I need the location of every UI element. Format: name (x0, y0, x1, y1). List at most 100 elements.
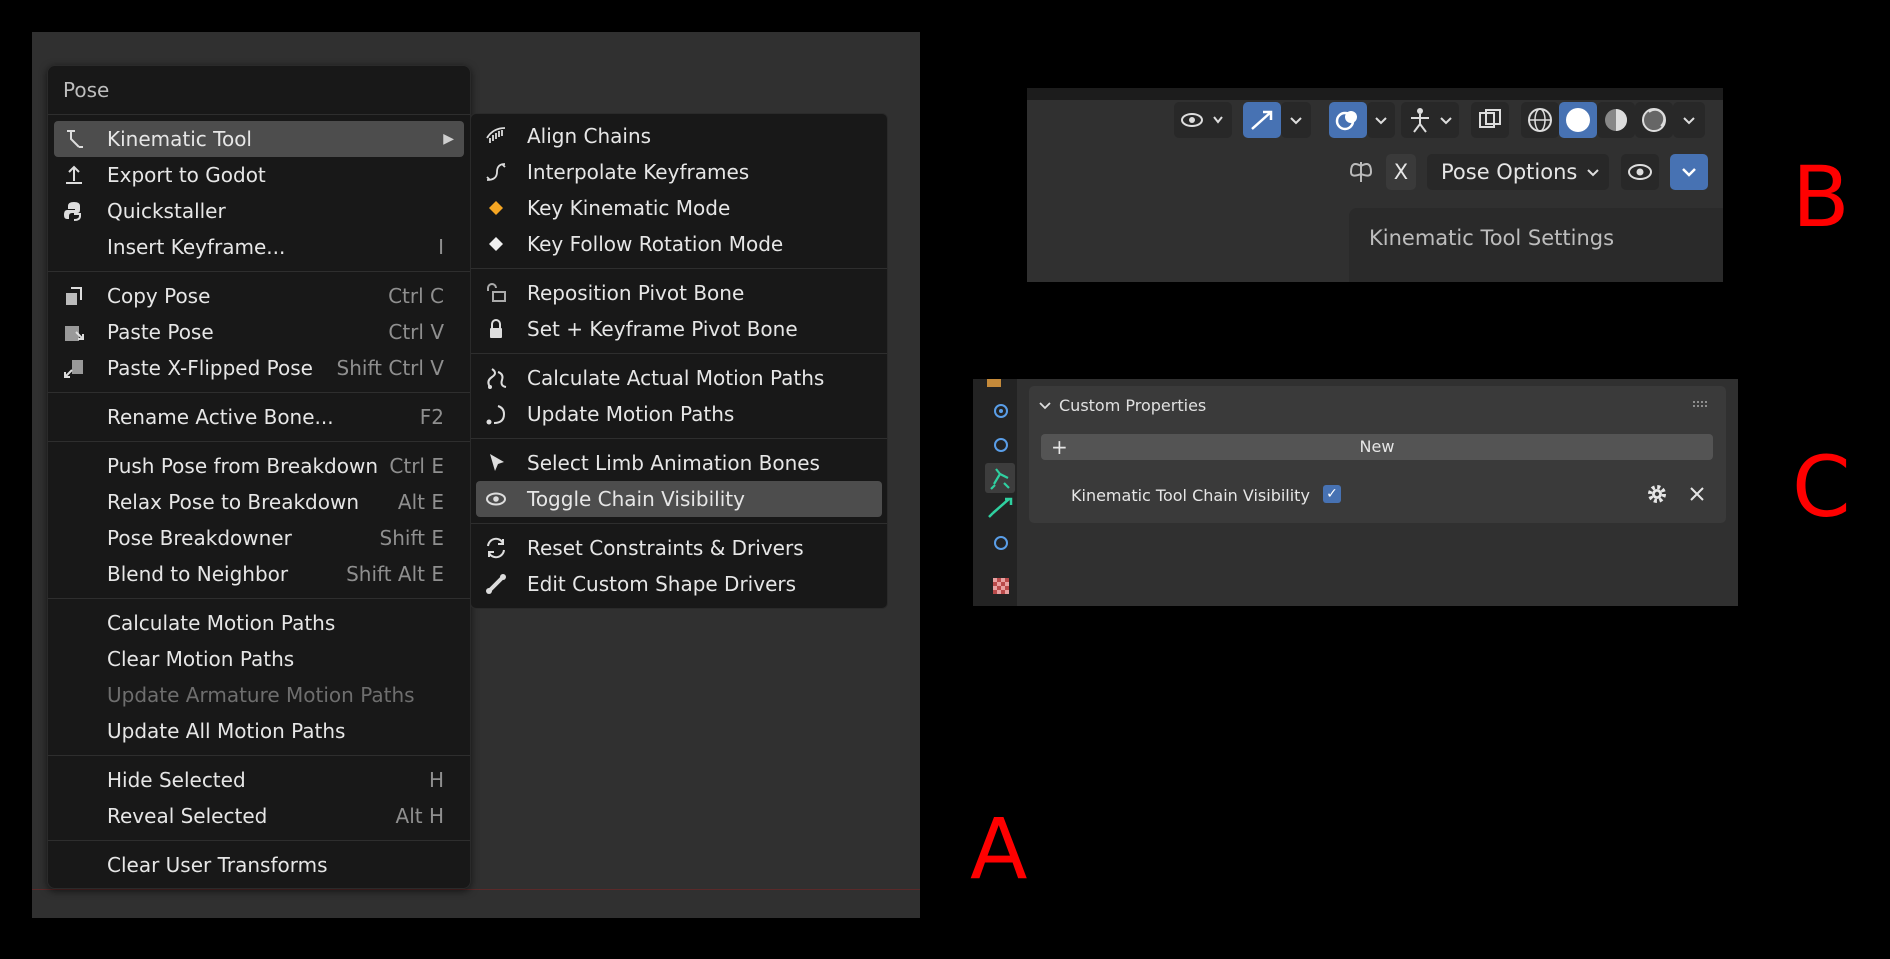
header-strip (1027, 88, 1723, 100)
material-shading-button[interactable] (1597, 102, 1635, 138)
menu-item-label: Push Pose from Breakdown (107, 454, 379, 478)
comb-icon (486, 127, 506, 143)
rendered-shading-button[interactable] (1635, 102, 1673, 138)
menu-item-insert-keyframe[interactable]: Insert Keyframe... I (48, 229, 470, 265)
label-a: A (970, 800, 1028, 898)
menu-item-push-pose-from-breakdown[interactable]: Push Pose from Breakdown Ctrl E (48, 448, 470, 484)
submenu-item-label: Update Motion Paths (527, 402, 735, 426)
object-data-icon (987, 379, 1001, 387)
overlay-dropdown[interactable] (1367, 102, 1395, 138)
eye-icon (1181, 113, 1223, 127)
export-icon (66, 165, 82, 184)
custom-properties-title[interactable]: Custom Properties (1059, 396, 1206, 415)
header-toolbar-b: X Pose Options Kinematic Tool Settings (1027, 88, 1723, 282)
chevron-down-icon (1682, 168, 1696, 177)
floor-line (32, 889, 920, 890)
mirror-icon-button[interactable] (1345, 154, 1377, 190)
submenu-item-align-chains[interactable]: Align Chains (471, 118, 887, 154)
submenu-item-label: Toggle Chain Visibility (527, 487, 745, 511)
chevron-down-icon (1290, 117, 1302, 125)
menu-item-hide-selected[interactable]: Hide Selected H (48, 762, 470, 798)
properties-tab-sidebar (973, 379, 1017, 606)
settings-popover-button[interactable] (1670, 154, 1708, 190)
gizmo-visibility-button[interactable] (1621, 154, 1659, 190)
menu-item-blend-to-neighbor[interactable]: Blend to Neighbor Shift Alt E (48, 556, 470, 592)
submenu-item-toggle-chain-visibility[interactable]: Toggle Chain Visibility (476, 481, 882, 517)
menu-item-label: Paste X-Flipped Pose (107, 356, 313, 380)
menu-item-label: Clear Motion Paths (107, 647, 295, 671)
update-path-icon (486, 405, 506, 425)
menu-item-clear-motion-paths[interactable]: Clear Motion Paths (48, 641, 470, 677)
submenu-item-key-follow-rotation-mode[interactable]: Key Follow Rotation Mode (471, 226, 887, 262)
mirror-x-button[interactable]: X (1386, 154, 1416, 190)
pose-options-dropdown[interactable]: Pose Options (1427, 154, 1609, 190)
menu-item-label: Clear User Transforms (107, 853, 328, 877)
menu-item-kinematic-tool[interactable]: Kinematic Tool ▶ (54, 121, 464, 157)
armature-dropdown[interactable] (1401, 102, 1459, 138)
bone-toggle-button[interactable] (1243, 102, 1281, 138)
submenu-item-reset-constraints-drivers[interactable]: Reset Constraints & Drivers (471, 530, 887, 566)
menu-item-label: Quickstaller (107, 199, 226, 223)
xray-toggle-button[interactable] (1471, 102, 1509, 138)
menu-item-shortcut: Ctrl C (388, 284, 444, 308)
armature-icon (1411, 108, 1452, 133)
menu-item-copy-pose[interactable]: Copy Pose Ctrl C (48, 278, 470, 314)
close-icon[interactable] (1687, 484, 1707, 504)
collapse-chevron-icon[interactable] (1037, 398, 1053, 414)
menu-item-reveal-selected[interactable]: Reveal Selected Alt H (48, 798, 470, 834)
menu-item-update-armature-motion-paths[interactable]: Update Armature Motion Paths (48, 677, 470, 713)
menu-separator (48, 441, 470, 442)
menu-item-relax-pose-to-breakdown[interactable]: Relax Pose to Breakdown Alt E (48, 484, 470, 520)
drag-handle-icon[interactable] (1692, 400, 1710, 410)
menu-separator (48, 755, 470, 756)
menu-item-quickstaller[interactable]: Quickstaller (48, 193, 470, 229)
eye-icon (486, 492, 506, 506)
copy-pose-icon (66, 287, 82, 305)
submenu-item-select-limb-animation-bones[interactable]: Select Limb Animation Bones (471, 445, 887, 481)
bone-dropdown[interactable] (1281, 102, 1311, 138)
menu-item-label: Hide Selected (107, 768, 246, 792)
constraint-icon (994, 438, 1008, 452)
submenu-item-reposition-pivot-bone[interactable]: Reposition Pivot Bone (471, 275, 887, 311)
menu-item-shortcut: Shift E (379, 526, 444, 550)
overlay-toggle-button[interactable] (1329, 102, 1367, 138)
menu-item-rename-active-bone[interactable]: Rename Active Bone... F2 (48, 399, 470, 435)
menu-item-paste-pose[interactable]: Paste Pose Ctrl V (48, 314, 470, 350)
label-b: B (1792, 148, 1850, 246)
properties-panel-c: Custom Properties + New Kinematic Tool C… (973, 379, 1738, 606)
menu-item-label: Rename Active Bone... (107, 405, 334, 429)
menu-item-clear-user-transforms[interactable]: Clear User Transforms (48, 847, 470, 883)
submenu-item-update-motion-paths[interactable]: Update Motion Paths (471, 396, 887, 432)
new-property-button[interactable]: + New (1041, 434, 1713, 460)
gear-icon[interactable] (1645, 482, 1669, 506)
menu-item-pose-breakdowner[interactable]: Pose Breakdowner Shift E (48, 520, 470, 556)
menu-item-shortcut: Alt E (397, 490, 444, 514)
submenu-item-key-kinematic-mode[interactable]: Key Kinematic Mode (471, 190, 887, 226)
wireframe-shading-button[interactable] (1521, 102, 1559, 138)
property-checkbox[interactable]: ✓ (1323, 485, 1341, 503)
plus-icon: + (1051, 435, 1068, 459)
chevron-down-icon (1587, 169, 1599, 177)
menu-separator (48, 392, 470, 393)
menu-title: Pose (48, 66, 470, 115)
bone-icon (988, 497, 1013, 518)
menu-item-label: Blend to Neighbor (107, 562, 289, 586)
submenu-item-calculate-actual-motion-paths[interactable]: Calculate Actual Motion Paths (471, 360, 887, 396)
visibility-dropdown[interactable] (1174, 102, 1232, 138)
keyframe-white-icon (489, 237, 503, 251)
python-icon (64, 202, 81, 221)
submenu-item-edit-custom-shape-drivers[interactable]: Edit Custom Shape Drivers (471, 566, 887, 602)
shading-dropdown[interactable] (1673, 102, 1705, 138)
menu-item-paste-x-flipped-pose[interactable]: Paste X-Flipped Pose Shift Ctrl V (48, 350, 470, 386)
submenu-item-label: Select Limb Animation Bones (527, 451, 820, 475)
menu-item-export-to-godot[interactable]: Export to Godot (48, 157, 470, 193)
paste-flipped-icon (64, 360, 83, 378)
solid-shading-button[interactable] (1559, 102, 1597, 138)
menu-item-calculate-motion-paths[interactable]: Calculate Motion Paths (48, 605, 470, 641)
menu-item-update-all-motion-paths[interactable]: Update All Motion Paths (48, 713, 470, 749)
submenu-item-label: Set + Keyframe Pivot Bone (527, 317, 798, 341)
submenu-item-set-keyframe-pivot-bone[interactable]: Set + Keyframe Pivot Bone (471, 311, 887, 347)
chevron-down-icon (1683, 117, 1695, 125)
submenu-item-label: Reset Constraints & Drivers (527, 536, 804, 560)
submenu-item-interpolate-keyframes[interactable]: Interpolate Keyframes (471, 154, 887, 190)
